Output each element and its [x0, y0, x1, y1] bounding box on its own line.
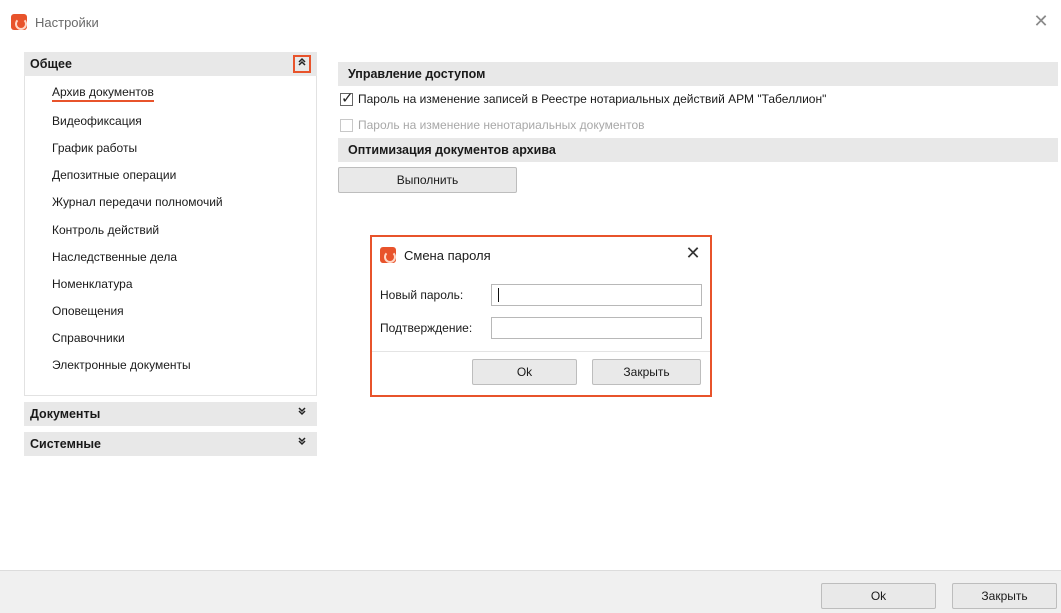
expand-icon[interactable] [293, 435, 311, 453]
section-documents-header[interactable]: Документы [24, 402, 317, 426]
window-title: Настройки [35, 14, 99, 30]
run-button[interactable]: Выполнить [338, 167, 517, 193]
close-button[interactable]: Закрыть [952, 583, 1057, 609]
registry-password-label: Пароль на изменение записей в Реестре но… [358, 92, 827, 106]
settings-content: Управление доступом Пароль на изменение … [338, 62, 1058, 193]
change-password-dialog: Смена пароля ✕ Новый пароль: Подтвержден… [370, 235, 712, 397]
section-system-label: Системные [30, 437, 101, 451]
non-notarial-password-option: Пароль на изменение ненотариальных докум… [338, 112, 1058, 138]
archive-optimization-header: Оптимизация документов архива [338, 138, 1058, 162]
non-notarial-password-checkbox [340, 118, 353, 132]
new-password-label: Новый пароль: [380, 288, 464, 302]
registry-password-option[interactable]: Пароль на изменение записей в Реестре но… [338, 86, 1058, 112]
sidebar-item-authority-log[interactable]: Журнал передачи полномочий [25, 189, 316, 216]
sidebar-item-references[interactable]: Справочники [25, 325, 316, 352]
section-documents-label: Документы [30, 407, 101, 421]
sidebar-item-schedule[interactable]: График работы [25, 134, 316, 161]
sidebar-item-e-documents[interactable]: Электронные документы [25, 352, 316, 379]
access-control-header: Управление доступом [338, 62, 1058, 86]
confirm-password-label: Подтверждение: [380, 321, 473, 335]
sidebar-item-notifications[interactable]: Оповещения [25, 298, 316, 325]
dialog-close-button[interactable]: Закрыть [592, 359, 701, 385]
sidebar-item-nomenclature[interactable]: Номенклатура [25, 270, 316, 297]
ok-button[interactable]: Ok [821, 583, 936, 609]
footer-bar: Ok Закрыть [0, 570, 1061, 613]
dialog-title-bar: Смена пароля ✕ [372, 237, 710, 273]
close-icon[interactable]: ✕ [684, 244, 702, 262]
settings-window: Настройки ✕ Общее Архив документов Видео… [0, 0, 1061, 613]
sidebar-item-inheritance[interactable]: Наследственные дела [25, 243, 316, 270]
section-general-header[interactable]: Общее [24, 52, 317, 76]
close-icon[interactable]: ✕ [1031, 11, 1051, 31]
new-password-input[interactable] [491, 284, 702, 306]
sidebar: Общее Архив документов Видеофиксация Гра… [24, 52, 317, 462]
expand-icon[interactable] [293, 405, 311, 423]
collapse-icon[interactable] [293, 55, 311, 73]
dialog-footer: Ok Закрыть [372, 351, 710, 395]
app-logo-icon [11, 14, 27, 30]
section-general-label: Общее [30, 57, 72, 71]
sidebar-item-video[interactable]: Видеофиксация [25, 107, 316, 134]
dialog-ok-button[interactable]: Ok [472, 359, 577, 385]
section-system-header[interactable]: Системные [24, 432, 317, 456]
sidebar-item-archive[interactable]: Архив документов [25, 80, 316, 107]
sidebar-item-action-control[interactable]: Контроль действий [25, 216, 316, 243]
dialog-title: Смена пароля [404, 247, 491, 263]
section-general-list: Архив документов Видеофиксация График ра… [24, 76, 317, 396]
registry-password-checkbox[interactable] [340, 89, 354, 107]
sidebar-item-deposits[interactable]: Депозитные операции [25, 162, 316, 189]
confirm-password-input[interactable] [491, 317, 702, 339]
text-caret [498, 288, 499, 302]
app-logo-icon [380, 247, 396, 263]
title-bar: Настройки ✕ [0, 0, 1061, 44]
non-notarial-password-label: Пароль на изменение ненотариальных докум… [358, 118, 645, 132]
